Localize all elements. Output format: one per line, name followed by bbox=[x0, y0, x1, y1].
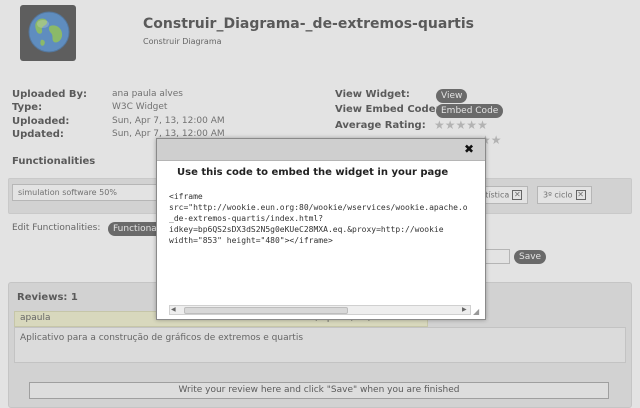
embed-code-modal: ✖ Use this code to embed the widget in y… bbox=[156, 138, 486, 320]
modal-title-bar bbox=[157, 139, 485, 161]
code-line: width="853" height="480"></iframe> bbox=[169, 236, 333, 245]
scroll-left-icon[interactable]: ◀ bbox=[171, 306, 176, 313]
code-line: src="http://wookie.eun.org:80/wookie/wse… bbox=[169, 203, 468, 212]
horizontal-scrollbar[interactable]: ◀ ▶ bbox=[169, 305, 471, 315]
close-icon[interactable]: ✖ bbox=[464, 142, 474, 156]
embed-code-textarea[interactable]: <iframe src="http://wookie.eun.org:80/wo… bbox=[169, 191, 482, 309]
scroll-right-icon[interactable]: ▶ bbox=[462, 306, 467, 313]
code-line: idkey=bp6QS2sDX3dS2N5g0eKUeC28MXA.eq.&pr… bbox=[169, 225, 444, 234]
scrollbar-thumb[interactable] bbox=[184, 307, 348, 314]
resize-grip-icon[interactable]: ◢ bbox=[473, 307, 483, 317]
code-line: <iframe bbox=[169, 192, 203, 201]
code-line: _de-extremos-quartis/index.html? bbox=[169, 214, 324, 223]
modal-heading: Use this code to embed the widget in you… bbox=[177, 167, 449, 178]
